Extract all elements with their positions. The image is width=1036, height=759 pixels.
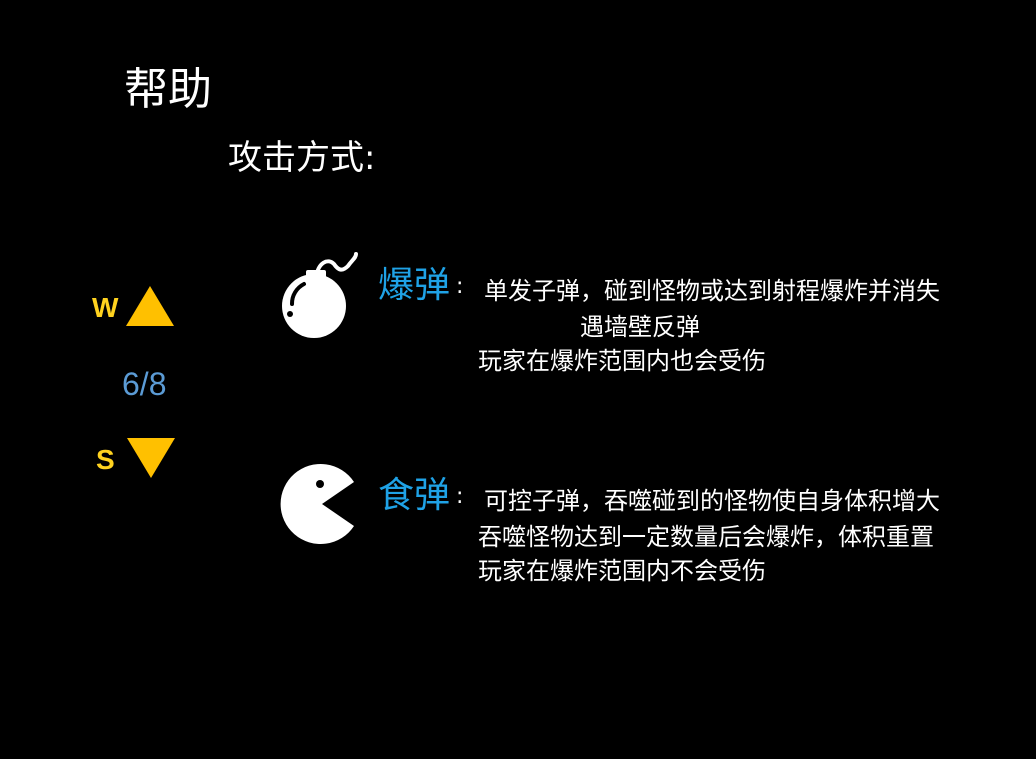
weapon-name-colon: :	[456, 274, 464, 299]
triangle-up-icon[interactable]	[126, 286, 174, 326]
weapon-description-line: 吞噬怪物达到一定数量后会爆炸，体积重置	[478, 523, 934, 551]
section-title-attack-modes: 攻击方式:	[228, 138, 376, 178]
bomb-icon	[282, 252, 358, 338]
weapon-name-eater: 食弹	[378, 475, 451, 516]
weapon-name-bomb: 爆弹	[378, 265, 451, 306]
pacman-icon	[280, 464, 354, 544]
weapon-description-line: 玩家在爆炸范围内不会受伤	[478, 557, 766, 585]
weapon-description-line: 可控子弹，吞噬碰到的怪物使自身体积增大	[484, 487, 940, 515]
key-hint-w: W	[92, 292, 119, 323]
weapon-description-line: 玩家在爆炸范围内也会受伤	[478, 347, 766, 375]
key-hint-s: S	[96, 444, 115, 475]
weapon-description-line: 单发子弹，碰到怪物或达到射程爆炸并消失	[484, 277, 940, 305]
weapon-name-colon: :	[456, 484, 464, 509]
triangle-down-icon[interactable]	[127, 438, 175, 478]
page-indicator: 6/8	[122, 366, 167, 402]
page-title: 帮助	[124, 64, 212, 115]
weapon-description-line: 遇墙壁反弹	[580, 313, 700, 341]
